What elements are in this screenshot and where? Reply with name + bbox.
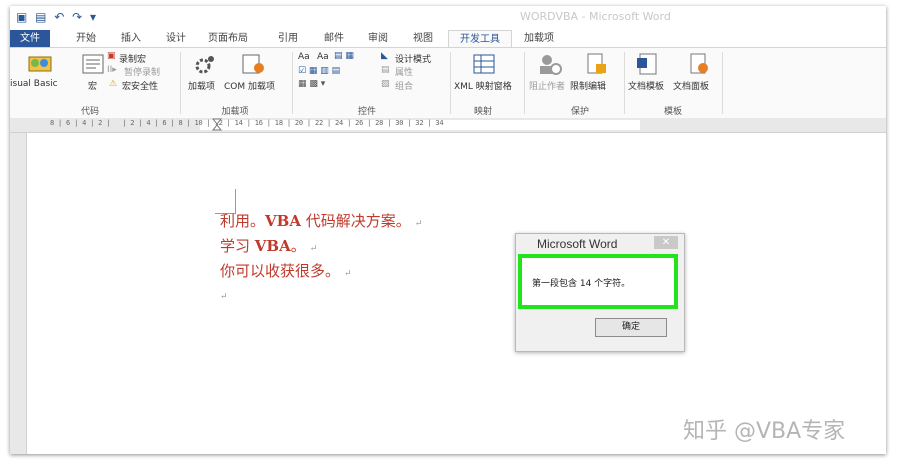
- tab-file[interactable]: 文件: [10, 30, 50, 47]
- document-panel-icon: [690, 53, 708, 74]
- checkbox-control-icon[interactable]: ☑ ▦ ▥ ▤: [298, 66, 340, 76]
- watermark: 知乎 @VBA专家: [683, 419, 846, 444]
- paragraph-mark: ↵: [220, 292, 228, 302]
- addins-gear-icon: [195, 56, 214, 74]
- design-mode-icon: ◣: [381, 51, 388, 61]
- paragraph-mark: ↵: [309, 244, 318, 254]
- group-separator: [292, 52, 293, 114]
- quick-access-toolbar[interactable]: ▣ ▤ ↶ ↷ ▾: [16, 10, 98, 24]
- vertical-ruler[interactable]: [10, 133, 27, 454]
- block-authors-icon: [540, 55, 562, 75]
- visual-basic-icon: [28, 56, 52, 72]
- xml-mapping-icon: [473, 54, 495, 74]
- title-bar: ▣ ▤ ↶ ↷ ▾ WORDVBA - Microsoft Word: [10, 6, 886, 30]
- properties-button[interactable]: 属性: [395, 65, 413, 78]
- group-separator: [524, 52, 525, 114]
- group-separator: [180, 52, 181, 114]
- ok-button[interactable]: 确定: [595, 318, 667, 337]
- document-template-button[interactable]: 文档模板: [628, 79, 664, 92]
- tab-mailings[interactable]: 邮件: [316, 30, 352, 47]
- word-window: ▣ ▤ ↶ ↷ ▾ WORDVBA - Microsoft Word 文件 开始…: [10, 6, 886, 454]
- ruler-ticks: 8 | 6 | 4 | 2 | | 2 | 4 | 6 | 8 | 10 | 1…: [50, 119, 444, 127]
- dialog-title: Microsoft Word: [537, 237, 618, 251]
- warning-icon: ⚠: [109, 79, 118, 89]
- macros-icon: [82, 54, 104, 74]
- group-separator: [722, 52, 723, 114]
- group-label-code: 代码: [80, 107, 99, 117]
- tab-home[interactable]: 开始: [68, 30, 104, 47]
- record-macro-icon: ▣: [107, 51, 116, 61]
- picture-control-icon[interactable]: ▤ ▦: [334, 51, 354, 61]
- tab-addins[interactable]: 加载项: [516, 30, 562, 47]
- macros-button[interactable]: 宏: [88, 79, 97, 92]
- tab-references[interactable]: 引用: [270, 30, 306, 47]
- group-separator: [624, 52, 625, 114]
- plain-text-control[interactable]: Aa: [317, 52, 329, 62]
- macro-security-button[interactable]: 宏安全性: [122, 79, 158, 92]
- document-panel-button[interactable]: 文档面板: [673, 79, 709, 92]
- restrict-editing-icon: [587, 53, 606, 74]
- group-label-mapping: 映射: [473, 107, 492, 117]
- paragraph-1[interactable]: 利用。VBA 代码解决方案。 ↵: [220, 210, 422, 231]
- group-label-protect: 保护: [570, 107, 589, 117]
- paragraph-mark: ↵: [344, 269, 352, 279]
- addins-button[interactable]: 加载项: [188, 79, 215, 92]
- horizontal-ruler[interactable]: 8 | 6 | 4 | 2 | | 2 | 4 | 6 | 8 | 10 | 1…: [10, 118, 886, 133]
- xml-mapping-pane-button[interactable]: XML 映射窗格: [454, 79, 512, 92]
- legacy-tools-icon[interactable]: ▦ ▩ ▾: [298, 79, 325, 89]
- close-icon[interactable]: ✕: [654, 236, 678, 249]
- ribbon-developer: isual Basic 宏 ▣ 录制宏 II▸ 暂停录制 ⚠ 宏安全性 代码 加…: [10, 47, 886, 119]
- message-box: Microsoft Word ✕ 第一段包含 14 个字符。 确定: [515, 233, 685, 352]
- design-mode-button[interactable]: 设计模式: [395, 52, 431, 65]
- group-button[interactable]: 组合: [395, 79, 413, 92]
- tab-design[interactable]: 设计: [158, 30, 194, 47]
- indent-marker-icon[interactable]: [212, 118, 222, 132]
- pause-recording-icon: II▸: [107, 65, 117, 75]
- rich-text-control[interactable]: Aa: [298, 52, 310, 62]
- pause-recording-button[interactable]: 暂停录制: [124, 65, 160, 78]
- visual-basic-button[interactable]: isual Basic: [10, 79, 58, 89]
- tab-page-layout[interactable]: 页面布局: [200, 30, 256, 47]
- document-page[interactable]: 利用。VBA 代码解决方案。 ↵ 学习 VBA。 ↵ 你可以收获很多。 ↵ ↵: [27, 133, 886, 454]
- properties-icon: ▤: [381, 65, 390, 75]
- paragraph-4[interactable]: ↵: [220, 285, 228, 303]
- com-addins-button[interactable]: COM 加载项: [224, 79, 275, 92]
- record-macro-button[interactable]: 录制宏: [119, 52, 146, 65]
- dialog-message-highlight: 第一段包含 14 个字符。: [518, 254, 678, 309]
- document-template-icon: [637, 53, 657, 75]
- restrict-editing-button[interactable]: 限制编辑: [570, 79, 606, 92]
- window-title: WORDVBA - Microsoft Word: [520, 10, 671, 23]
- group-label-controls: 控件: [357, 107, 376, 117]
- paragraph-2[interactable]: 学习 VBA。 ↵: [220, 235, 317, 256]
- paragraph-mark: ↵: [414, 219, 423, 229]
- com-addins-icon: [242, 54, 264, 74]
- tab-view[interactable]: 视图: [405, 30, 441, 47]
- tab-insert[interactable]: 插入: [113, 30, 149, 47]
- group-icon: ▧: [381, 79, 390, 89]
- dialog-message: 第一段包含 14 个字符。: [532, 279, 631, 289]
- block-authors-button[interactable]: 阻止作者: [529, 79, 565, 92]
- group-label-templates: 模板: [663, 107, 682, 117]
- paragraph-3[interactable]: 你可以收获很多。 ↵: [220, 260, 352, 281]
- tab-review[interactable]: 审阅: [360, 30, 396, 47]
- group-label-addins: 加载项: [221, 107, 249, 117]
- tab-developer[interactable]: 开发工具: [448, 30, 512, 47]
- ribbon-tabs: 文件 开始 插入 设计 页面布局 引用 邮件 审阅 视图 开发工具 加载项: [10, 30, 886, 47]
- group-separator: [450, 52, 451, 114]
